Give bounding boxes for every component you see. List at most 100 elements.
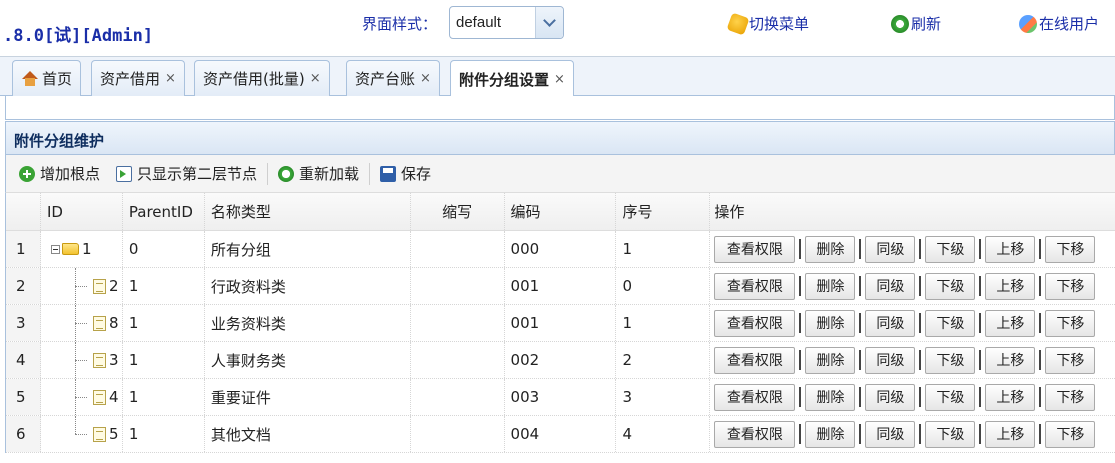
close-icon[interactable]: × (554, 72, 565, 87)
abbr-cell[interactable] (411, 416, 505, 452)
child-button[interactable]: 下级 (925, 420, 976, 448)
chevron-down-icon[interactable] (535, 7, 563, 38)
sibling-button[interactable]: 同级 (865, 420, 916, 448)
child-button[interactable]: 下级 (925, 272, 976, 300)
order-cell[interactable]: 1 (616, 231, 711, 267)
child-button[interactable]: 下级 (925, 235, 976, 263)
move-up-button[interactable]: 上移 (985, 272, 1036, 300)
abbr-cell[interactable] (411, 342, 505, 378)
child-button[interactable]: 下级 (925, 309, 976, 337)
reload-button[interactable]: 重新加载 (278, 163, 359, 184)
move-down-button[interactable]: 下移 (1045, 383, 1096, 411)
name-cell[interactable]: 行政资料类 (205, 268, 411, 304)
code-cell[interactable]: 001 (505, 268, 617, 304)
add-root-button[interactable]: 增加根点 (19, 163, 100, 184)
id-cell[interactable]: 8 (41, 305, 123, 341)
view-permission-button[interactable]: 查看权限 (714, 309, 796, 337)
row-number: 5 (6, 379, 41, 415)
id-cell[interactable]: 4 (41, 379, 123, 415)
move-up-button[interactable]: 上移 (985, 383, 1036, 411)
code-cell[interactable]: 001 (505, 305, 617, 341)
view-permission-button[interactable]: 查看权限 (714, 383, 796, 411)
move-down-button[interactable]: 下移 (1045, 235, 1096, 263)
id-cell[interactable]: 3 (41, 342, 123, 378)
tab-asset-ledger[interactable]: 资产台账 × (346, 60, 440, 96)
id-cell[interactable]: 1 (41, 231, 123, 267)
name-cell[interactable]: 人事财务类 (205, 342, 411, 378)
row-number: 2 (6, 268, 41, 304)
close-icon[interactable]: × (310, 71, 321, 86)
style-select[interactable]: default (449, 6, 564, 39)
save-button[interactable]: 保存 (380, 163, 431, 184)
tab-attachment-group-settings[interactable]: 附件分组设置 × (450, 60, 574, 97)
name-cell[interactable]: 所有分组 (205, 231, 411, 267)
sibling-button[interactable]: 同级 (865, 346, 916, 374)
order-cell[interactable]: 4 (616, 416, 711, 452)
delete-button[interactable]: 删除 (805, 309, 856, 337)
sibling-button[interactable]: 同级 (865, 235, 916, 263)
move-down-button[interactable]: 下移 (1045, 420, 1096, 448)
close-icon[interactable]: × (165, 71, 176, 86)
view-permission-button[interactable]: 查看权限 (714, 346, 796, 374)
header-order[interactable]: 序号 (616, 193, 711, 230)
code-cell[interactable]: 004 (505, 416, 617, 452)
delete-button[interactable]: 删除 (805, 346, 856, 374)
id-cell[interactable]: 2 (41, 268, 123, 304)
collapse-icon[interactable] (50, 245, 60, 254)
sibling-button[interactable]: 同级 (865, 309, 916, 337)
abbr-cell[interactable] (411, 305, 505, 341)
sibling-button[interactable]: 同级 (865, 383, 916, 411)
abbr-cell[interactable] (411, 379, 505, 415)
header-parent-id[interactable]: ParentID (123, 193, 205, 230)
tab-home[interactable]: 首页 (12, 60, 82, 96)
code-cell[interactable]: 000 (505, 231, 617, 267)
close-icon[interactable]: × (420, 71, 431, 86)
refresh-link[interactable]: 刷新 (891, 13, 941, 34)
abbr-cell[interactable] (411, 268, 505, 304)
table-row[interactable]: 1 1 0 所有分组 000 1 查看权限 删除 同级 下级 上移 下移 (6, 231, 1115, 268)
show-second-level-button[interactable]: 只显示第二层节点 (116, 163, 257, 184)
delete-button[interactable]: 删除 (805, 235, 856, 263)
move-up-button[interactable]: 上移 (985, 235, 1036, 263)
delete-button[interactable]: 删除 (805, 272, 856, 300)
table-row[interactable]: 5 4 1 重要证件 003 3 查看权限 删除 同级 下级 上移 下移 (6, 379, 1115, 416)
order-cell[interactable]: 1 (616, 305, 711, 341)
name-cell[interactable]: 其他文档 (205, 416, 411, 452)
code-cell[interactable]: 002 (505, 342, 617, 378)
abbr-cell[interactable] (411, 231, 505, 267)
tab-asset-borrow[interactable]: 资产借用 × (91, 60, 185, 96)
tab-asset-borrow-batch[interactable]: 资产借用(批量) × (194, 60, 330, 96)
move-up-button[interactable]: 上移 (985, 309, 1036, 337)
order-cell[interactable]: 3 (616, 379, 711, 415)
table-row[interactable]: 2 2 1 行政资料类 001 0 查看权限 删除 同级 下级 上移 下移 (6, 268, 1115, 305)
sibling-button[interactable]: 同级 (865, 272, 916, 300)
view-permission-button[interactable]: 查看权限 (714, 420, 796, 448)
header-name[interactable]: 名称类型 (205, 193, 411, 230)
switch-menu-link[interactable]: 切换菜单 (726, 11, 809, 36)
child-button[interactable]: 下级 (925, 346, 976, 374)
id-cell[interactable]: 5 (41, 416, 123, 452)
header-abbr[interactable]: 缩写 (411, 193, 505, 230)
delete-button[interactable]: 删除 (805, 383, 856, 411)
table-row[interactable]: 4 3 1 人事财务类 002 2 查看权限 删除 同级 下级 上移 下移 (6, 342, 1115, 379)
order-cell[interactable]: 0 (616, 268, 711, 304)
view-permission-button[interactable]: 查看权限 (714, 235, 796, 263)
move-up-button[interactable]: 上移 (985, 346, 1036, 374)
move-up-button[interactable]: 上移 (985, 420, 1036, 448)
child-button[interactable]: 下级 (925, 383, 976, 411)
header-code[interactable]: 编码 (505, 193, 617, 230)
move-down-button[interactable]: 下移 (1045, 272, 1096, 300)
view-permission-button[interactable]: 查看权限 (714, 272, 796, 300)
delete-button[interactable]: 删除 (805, 420, 856, 448)
tree-connector (47, 379, 109, 415)
move-down-button[interactable]: 下移 (1045, 346, 1096, 374)
online-users-link[interactable]: 在线用户 (1019, 13, 1099, 34)
name-cell[interactable]: 业务资料类 (205, 305, 411, 341)
header-id[interactable]: ID (41, 193, 123, 230)
table-row[interactable]: 3 8 1 业务资料类 001 1 查看权限 删除 同级 下级 上移 下移 (6, 305, 1115, 342)
table-row[interactable]: 6 5 1 其他文档 004 4 查看权限 删除 同级 下级 上移 下移 (6, 416, 1115, 453)
name-cell[interactable]: 重要证件 (205, 379, 411, 415)
code-cell[interactable]: 003 (505, 379, 617, 415)
move-down-button[interactable]: 下移 (1045, 309, 1096, 337)
order-cell[interactable]: 2 (616, 342, 711, 378)
